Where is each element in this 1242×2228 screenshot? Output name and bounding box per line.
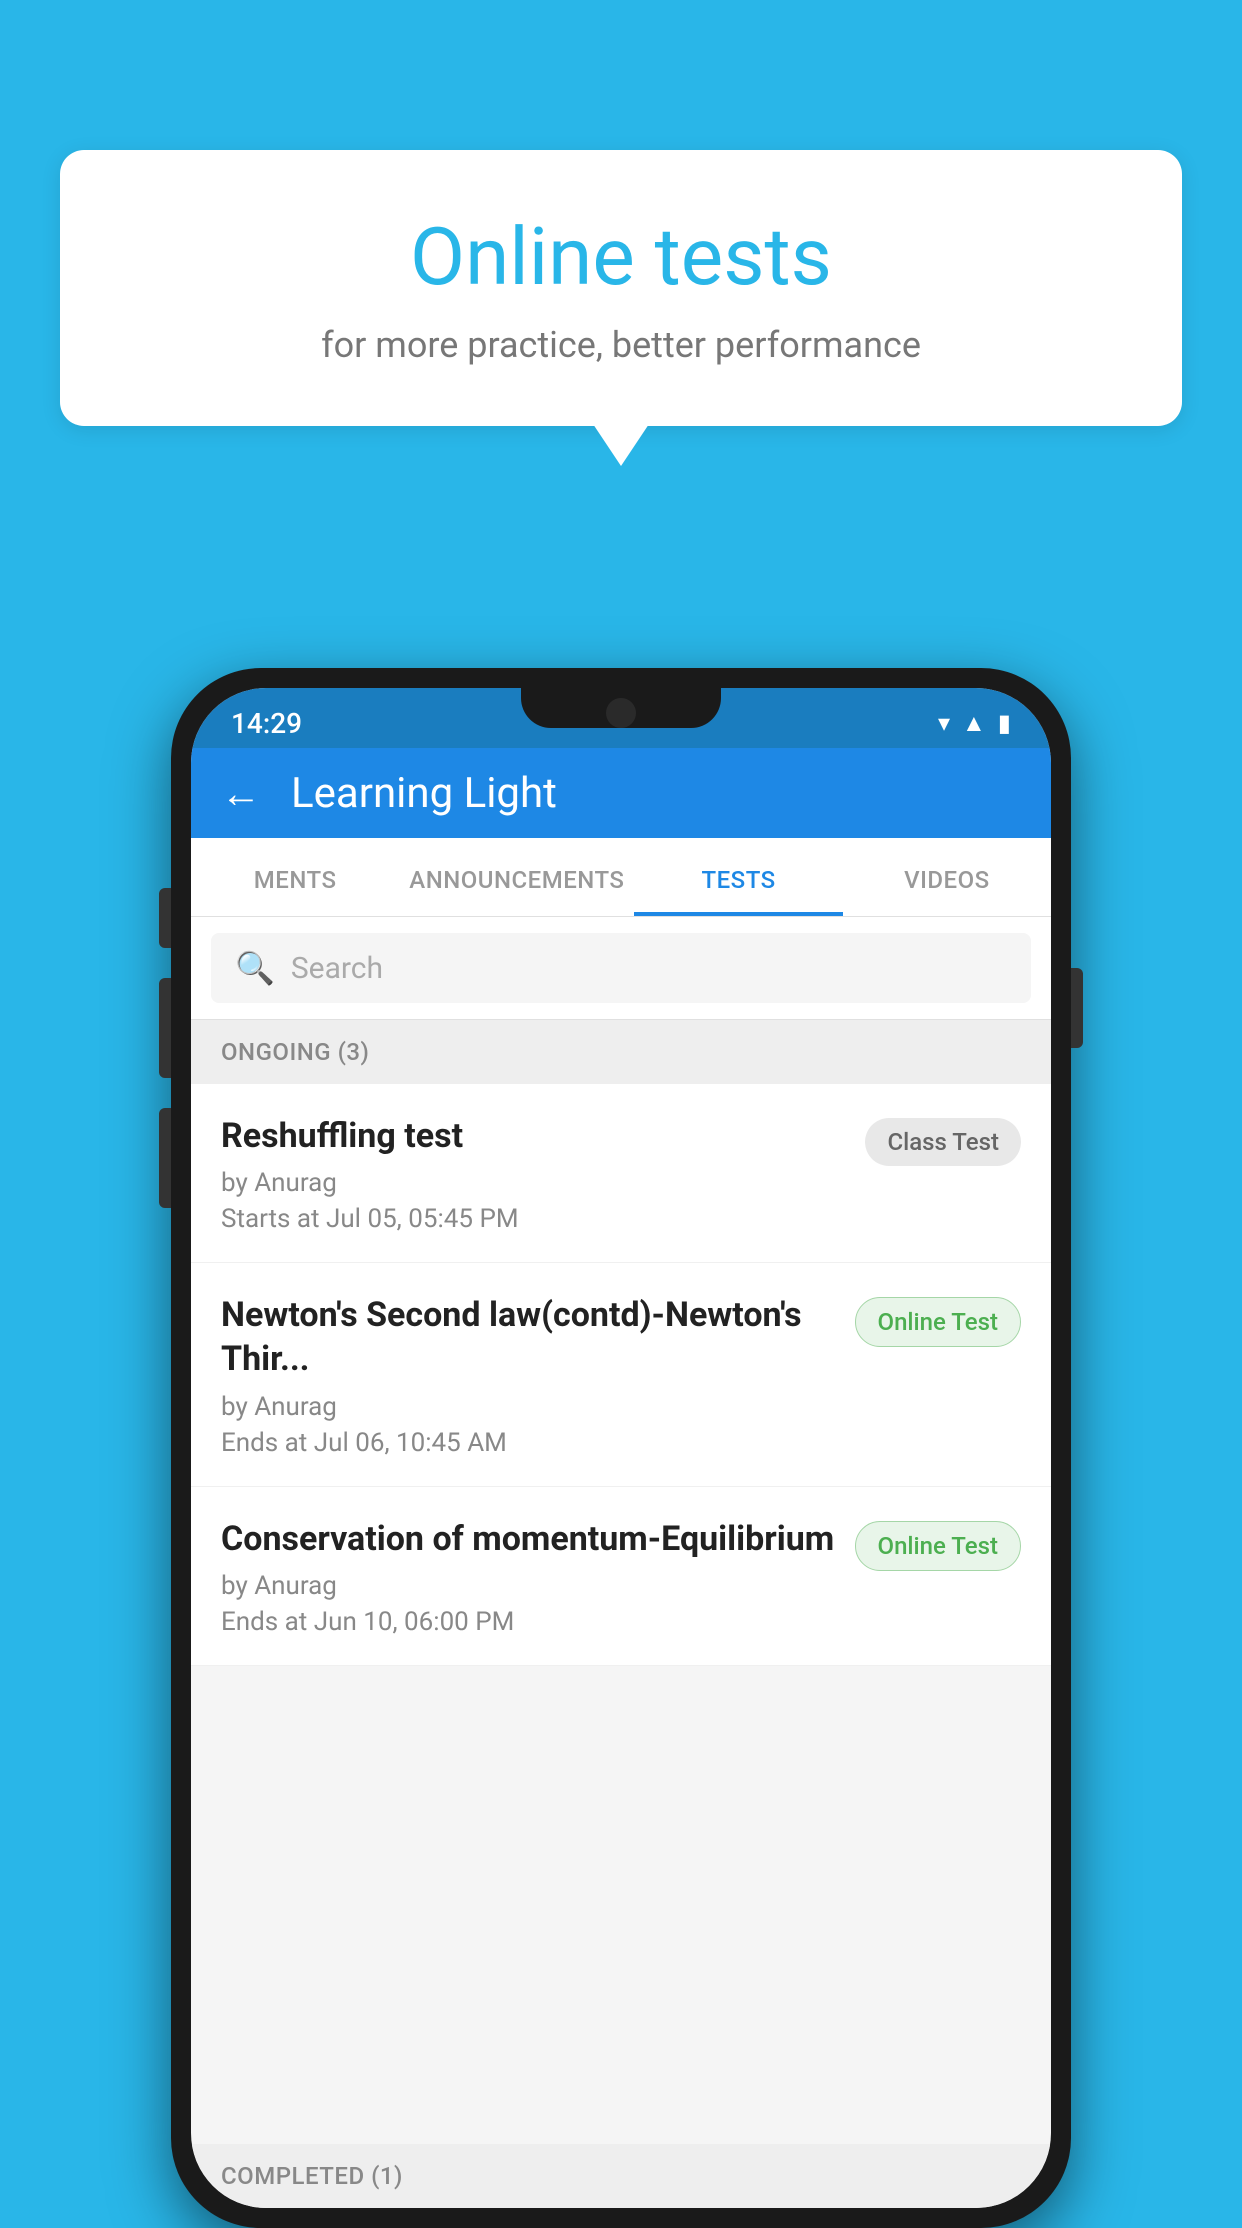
battery-icon: ▮ — [998, 709, 1011, 737]
status-icons: ▾ ▲ ▮ — [938, 709, 1011, 738]
test-date-1: Starts at Jul 05, 05:45 PM — [221, 1204, 845, 1234]
speech-bubble: Online tests for more practice, better p… — [60, 150, 1182, 426]
test-badge-3: Online Test — [855, 1521, 1021, 1571]
test-item-1[interactable]: Reshuffling test by Anurag Starts at Jul… — [191, 1084, 1051, 1263]
test-info-2: Newton's Second law(contd)-Newton's Thir… — [221, 1293, 835, 1457]
promo-bubble: Online tests for more practice, better p… — [60, 150, 1182, 426]
tab-ments[interactable]: MENTS — [191, 838, 399, 916]
search-bar[interactable]: 🔍 Search — [211, 933, 1031, 1003]
wifi-icon: ▾ — [938, 709, 950, 737]
volume-down-button — [159, 978, 171, 1078]
app-header: ← Learning Light — [191, 748, 1051, 838]
test-author-3: by Anurag — [221, 1571, 835, 1601]
test-author-2: by Anurag — [221, 1392, 835, 1422]
completed-section-header: COMPLETED (1) — [191, 2144, 1051, 2208]
status-time: 14:29 — [231, 707, 302, 740]
test-date-3: Ends at Jun 10, 06:00 PM — [221, 1607, 835, 1637]
tab-tests[interactable]: TESTS — [634, 838, 842, 916]
ongoing-section-header: ONGOING (3) — [191, 1020, 1051, 1084]
test-date-2: Ends at Jul 06, 10:45 AM — [221, 1428, 835, 1458]
test-item-3[interactable]: Conservation of momentum-Equilibrium by … — [191, 1487, 1051, 1666]
bubble-subtitle: for more practice, better performance — [140, 324, 1102, 366]
test-item-2[interactable]: Newton's Second law(contd)-Newton's Thir… — [191, 1263, 1051, 1486]
test-name-2: Newton's Second law(contd)-Newton's Thir… — [221, 1293, 835, 1381]
test-name-1: Reshuffling test — [221, 1114, 845, 1158]
test-info-1: Reshuffling test by Anurag Starts at Jul… — [221, 1114, 845, 1234]
search-container: 🔍 Search — [191, 917, 1051, 1020]
search-icon: 🔍 — [235, 949, 275, 987]
test-badge-1: Class Test — [865, 1118, 1021, 1166]
tab-announcements[interactable]: ANNOUNCEMENTS — [399, 838, 634, 916]
phone-notch — [521, 688, 721, 728]
signal-icon: ▲ — [962, 709, 986, 738]
front-camera — [606, 698, 636, 728]
test-author-1: by Anurag — [221, 1168, 845, 1198]
tabs-bar: MENTS ANNOUNCEMENTS TESTS VIDEOS — [191, 838, 1051, 917]
test-badge-2: Online Test — [855, 1297, 1021, 1347]
test-name-3: Conservation of momentum-Equilibrium — [221, 1517, 835, 1561]
app-title: Learning Light — [291, 769, 557, 818]
tab-videos[interactable]: VIDEOS — [843, 838, 1051, 916]
phone-frame: 14:29 ▾ ▲ ▮ ← Learning Light MENTS ANNOU… — [171, 668, 1071, 2228]
back-button[interactable]: ← — [221, 770, 261, 817]
test-info-3: Conservation of momentum-Equilibrium by … — [221, 1517, 835, 1637]
bubble-title: Online tests — [140, 210, 1102, 304]
search-placeholder-text: Search — [291, 951, 383, 986]
power-button — [1071, 968, 1083, 1048]
phone-screen: 14:29 ▾ ▲ ▮ ← Learning Light MENTS ANNOU… — [191, 688, 1051, 2208]
test-list: Reshuffling test by Anurag Starts at Jul… — [191, 1084, 1051, 1666]
silent-button — [159, 1108, 171, 1208]
volume-up-button — [159, 888, 171, 948]
